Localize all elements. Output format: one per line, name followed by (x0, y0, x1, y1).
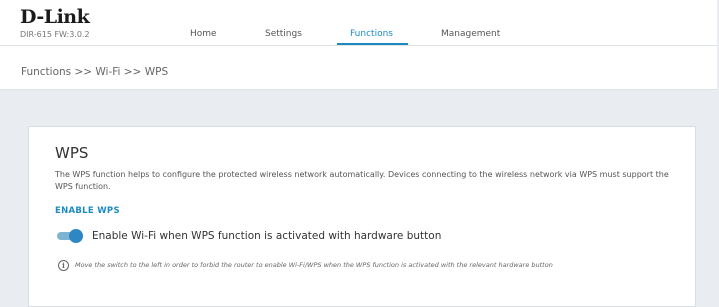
wps-description: The WPS function helps to configure the … (55, 170, 669, 191)
dlink-logo[interactable]: D-Link (20, 6, 90, 28)
nav-functions[interactable]: Functions (350, 29, 393, 39)
enable-wifi-wps-toggle[interactable] (57, 229, 83, 243)
nav-active-indicator (337, 43, 408, 45)
breadcrumb: Functions >> Wi-Fi >> WPS (21, 66, 169, 78)
nav-management[interactable]: Management (441, 29, 500, 39)
toggle-label: Enable Wi-Fi when WPS function is activa… (92, 230, 442, 242)
firmware-version: DIR-615 FW:3.0.2 (20, 30, 90, 39)
toggle-knob (69, 229, 83, 243)
info-icon: i (58, 260, 69, 271)
info-note: Move the switch to the left in order to … (75, 261, 553, 269)
top-bar: D-Link DIR-615 FW:3.0.2 Home Settings Fu… (0, 0, 717, 46)
section-heading-enable-wps: ENABLE WPS (55, 206, 120, 216)
wps-card (28, 126, 696, 307)
nav-home[interactable]: Home (190, 29, 217, 39)
page-title: WPS (55, 144, 89, 162)
nav-settings[interactable]: Settings (265, 29, 302, 39)
